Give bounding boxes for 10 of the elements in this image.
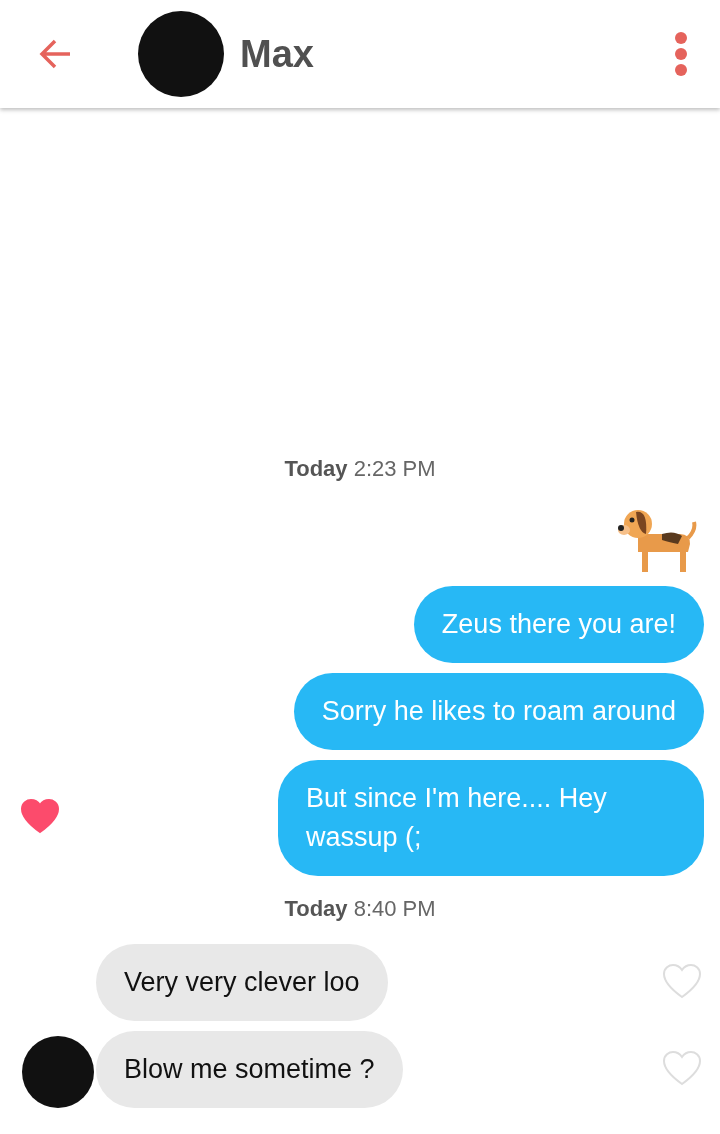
message-bubble: But since I'm here.... Hey wassup (; [278,760,704,876]
message-bubble: Sorry he likes to roam around [293,673,704,750]
timestamp: Today 8:40 PM [284,896,436,922]
menu-icon[interactable] [674,31,688,77]
timestamp: Today 2:23 PM [284,456,436,482]
message-bubble: Zeus there you are! [413,586,704,663]
message-bubble: Very very clever loo [96,944,388,1021]
heart-icon[interactable] [20,798,60,834]
contact-name: Max [240,32,315,76]
message-bubble: Blow me sometime ? [96,1031,403,1108]
